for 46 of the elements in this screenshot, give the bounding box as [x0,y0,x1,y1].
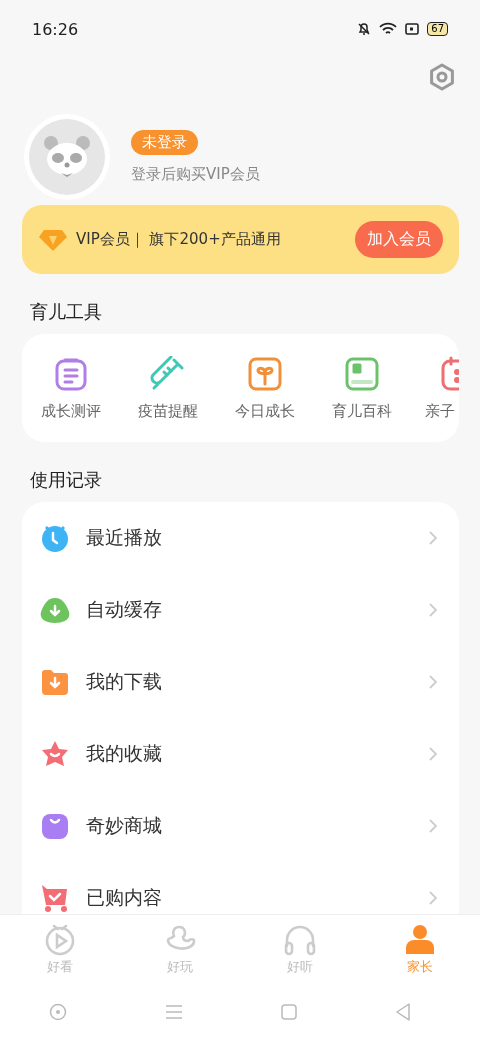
tool-label: 今日成长 [234,401,295,421]
vip-banner[interactable]: VIP会员｜ 旗下200+产品通用 加入会员 [22,205,459,274]
record-row[interactable]: 最近播放 [22,502,459,574]
tool-label: 亲子 [425,401,455,421]
record-label: 奇妙商城 [86,813,163,838]
record-label: 自动缓存 [86,597,163,622]
chevron-right-icon [429,531,437,545]
bell-off-icon [357,22,372,36]
panda-avatar[interactable] [23,113,111,201]
record-label: 已购内容 [86,885,163,910]
diamond-icon [38,227,68,252]
screen-icon [405,23,420,35]
circle-nav-icon[interactable] [49,1003,67,1021]
tool-item[interactable]: 疫苗提醒 [119,334,216,442]
login-hint: 登录后购买VIP会员 [131,165,260,184]
chevron-right-icon [429,603,437,617]
chevron-right-icon [429,819,437,833]
battery-level: 67 [427,22,448,36]
section-title: 使用记录 [30,468,103,492]
chevron-right-icon [429,891,437,905]
tool-label: 成长测评 [40,401,101,421]
record-row[interactable]: 奇妙商城 [22,790,459,862]
chevron-right-icon [429,747,437,761]
record-row[interactable]: 我的收藏 [22,718,459,790]
record-row[interactable]: 已购内容 [22,862,459,914]
tool-item[interactable]: 亲子 [410,334,459,442]
tool-label: 疫苗提醒 [137,401,198,421]
vip-text: VIP会员｜ 旗下200+产品通用 [76,230,282,249]
record-label: 最近播放 [86,525,163,550]
record-label: 我的收藏 [86,741,163,766]
chevron-right-icon [429,675,437,689]
record-label: 我的下载 [86,669,163,694]
menu-icon[interactable] [165,1004,183,1020]
home-nav-icon[interactable] [281,1004,297,1020]
section-title: 育儿工具 [30,300,103,324]
back-nav-icon[interactable] [395,1003,411,1021]
tool-item[interactable]: 今日成长 [216,334,313,442]
record-row[interactable]: 我的下载 [22,646,459,718]
wifi-icon [379,22,398,36]
tool-label: 育儿百科 [331,401,392,421]
tool-item[interactable]: 育儿百科 [313,334,410,442]
headphones-icon [282,924,318,956]
record-row[interactable]: 自动缓存 [22,574,459,646]
settings-icon[interactable] [427,62,457,92]
tool-item[interactable]: 成长测评 [22,334,119,442]
status-time: 16:26 [32,19,79,39]
